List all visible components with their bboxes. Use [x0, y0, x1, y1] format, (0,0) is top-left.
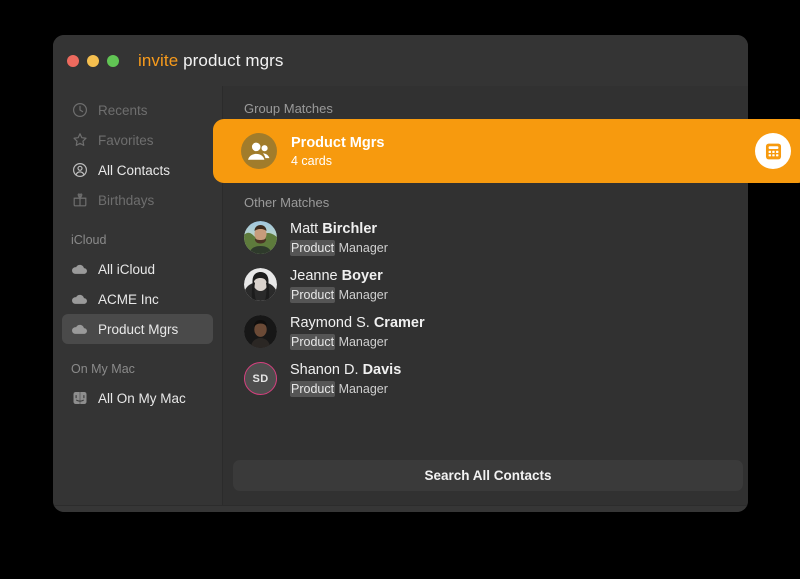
- sidebar-item-label: ACME Inc: [98, 291, 159, 307]
- search-all-contacts-label: Search All Contacts: [424, 468, 552, 483]
- sidebar-item-recents[interactable]: Recents: [62, 95, 213, 125]
- sidebar-item-acme-inc[interactable]: ACME Inc: [62, 284, 213, 314]
- screen: invite product mgrs Recents Favorites Al…: [0, 0, 800, 579]
- contact-text-block: Shanon D. Davis Product Manager: [290, 361, 401, 397]
- minimize-button[interactable]: [87, 54, 99, 67]
- group-match-name: Product Mgrs: [291, 134, 385, 151]
- list-item[interactable]: SD Shanon D. Davis Product Manager: [223, 355, 748, 402]
- sidebar-item-label: Recents: [98, 102, 148, 118]
- gift-icon: [71, 192, 88, 209]
- contact-job-title: Product Manager: [290, 333, 425, 350]
- clock-icon: [71, 102, 88, 119]
- zoom-button[interactable]: [107, 54, 119, 67]
- sidebar-group-header-on-my-mac: On My Mac: [71, 362, 135, 376]
- finder-icon: [71, 390, 88, 407]
- search-match-highlight: Product: [290, 380, 336, 397]
- search-match-highlight: Product: [290, 239, 336, 256]
- contact-last-name: Cramer: [373, 314, 425, 331]
- close-button[interactable]: [67, 54, 79, 67]
- list-item[interactable]: Matt Birchler Product Manager: [223, 214, 748, 261]
- contact-first-name: Jeanne: [290, 267, 342, 284]
- sidebar-item-label: Product Mgrs: [98, 321, 179, 337]
- traffic-light-group: [67, 54, 119, 67]
- sidebar-item-label: Birthdays: [98, 192, 155, 208]
- cloud-icon: [71, 321, 88, 338]
- sidebar-item-all-icloud[interactable]: All iCloud: [62, 254, 213, 284]
- contact-name: Raymond S. Cramer: [290, 314, 425, 333]
- other-matches-header: Other Matches: [244, 195, 330, 210]
- contact-name: Matt Birchler: [290, 220, 388, 239]
- contact-job-title: Product Manager: [290, 380, 401, 397]
- list-item[interactable]: Jeanne Boyer Product Manager: [223, 261, 748, 308]
- cloud-icon: [71, 291, 88, 308]
- sidebar-item-birthdays[interactable]: Birthdays: [62, 185, 213, 215]
- contact-job-title-rest: Manager: [335, 240, 388, 255]
- sidebar-item-label: Favorites: [98, 132, 154, 148]
- contact-results-list: Matt Birchler Product Manager Jeanne Boy…: [223, 214, 748, 402]
- search-match-highlight: Product: [290, 333, 336, 350]
- avatar: [244, 315, 277, 348]
- contact-first-name: Raymond S.: [290, 314, 374, 331]
- contact-last-name: Birchler: [322, 220, 378, 237]
- group-match-result-row[interactable]: Product Mgrs 4 cards: [213, 119, 800, 183]
- sidebar-item-label: All Contacts: [98, 162, 171, 178]
- sidebar-item-all-contacts[interactable]: All Contacts: [62, 155, 213, 185]
- avatar-initials: SD: [244, 362, 277, 395]
- avatar: [244, 268, 277, 301]
- cloud-icon: [71, 261, 88, 278]
- contact-job-title-rest: Manager: [335, 334, 388, 349]
- list-item[interactable]: Raymond S. Cramer Product Manager: [223, 308, 748, 355]
- sidebar-item-product-mgrs[interactable]: Product Mgrs: [62, 314, 213, 344]
- group-matches-header: Group Matches: [244, 101, 333, 116]
- sidebar-item-label: All On My Mac: [98, 390, 186, 406]
- contact-first-name: Matt: [290, 220, 323, 237]
- contact-name: Shanon D. Davis: [290, 361, 401, 380]
- window-title-keyword: invite: [138, 50, 179, 70]
- avatar-initials-text: SD: [252, 372, 269, 385]
- group-people-icon: [241, 133, 277, 169]
- group-match-text-block: Product Mgrs 4 cards: [291, 134, 755, 169]
- person-circle-icon: [71, 162, 88, 179]
- contact-text-block: Jeanne Boyer Product Manager: [290, 267, 388, 303]
- sidebar-item-favorites[interactable]: Favorites: [62, 125, 213, 155]
- contact-text-block: Matt Birchler Product Manager: [290, 220, 388, 256]
- contact-last-name: Boyer: [341, 267, 383, 284]
- contact-last-name: Davis: [362, 361, 402, 378]
- star-icon: [71, 132, 88, 149]
- window-title: invite product mgrs: [138, 51, 284, 71]
- contact-job-title: Product Manager: [290, 239, 388, 256]
- bottom-toolbar: Product Mgrs: [53, 505, 748, 512]
- window-title-rest: product mgrs: [178, 50, 284, 70]
- search-all-contacts-button[interactable]: Search All Contacts: [233, 460, 743, 491]
- contact-job-title-rest: Manager: [335, 287, 388, 302]
- contact-text-block: Raymond S. Cramer Product Manager: [290, 314, 425, 350]
- window-titlebar: invite product mgrs: [53, 35, 748, 86]
- contacts-window: invite product mgrs Recents Favorites Al…: [53, 35, 800, 512]
- sidebar-item-all-on-my-mac[interactable]: All On My Mac: [62, 383, 213, 413]
- contact-name: Jeanne Boyer: [290, 267, 388, 286]
- contact-job-title-rest: Manager: [335, 381, 388, 396]
- sidebar-group-header-icloud: iCloud: [71, 233, 107, 247]
- avatar: [244, 221, 277, 254]
- contact-first-name: Shanon D.: [290, 361, 363, 378]
- sidebar-item-label: All iCloud: [98, 261, 156, 277]
- search-match-highlight: Product: [290, 286, 336, 303]
- group-match-count: 4 cards: [291, 153, 332, 168]
- contact-card-icon[interactable]: [755, 133, 791, 169]
- sidebar: Recents Favorites All Contacts Birthdays…: [53, 86, 223, 505]
- contact-job-title: Product Manager: [290, 286, 388, 303]
